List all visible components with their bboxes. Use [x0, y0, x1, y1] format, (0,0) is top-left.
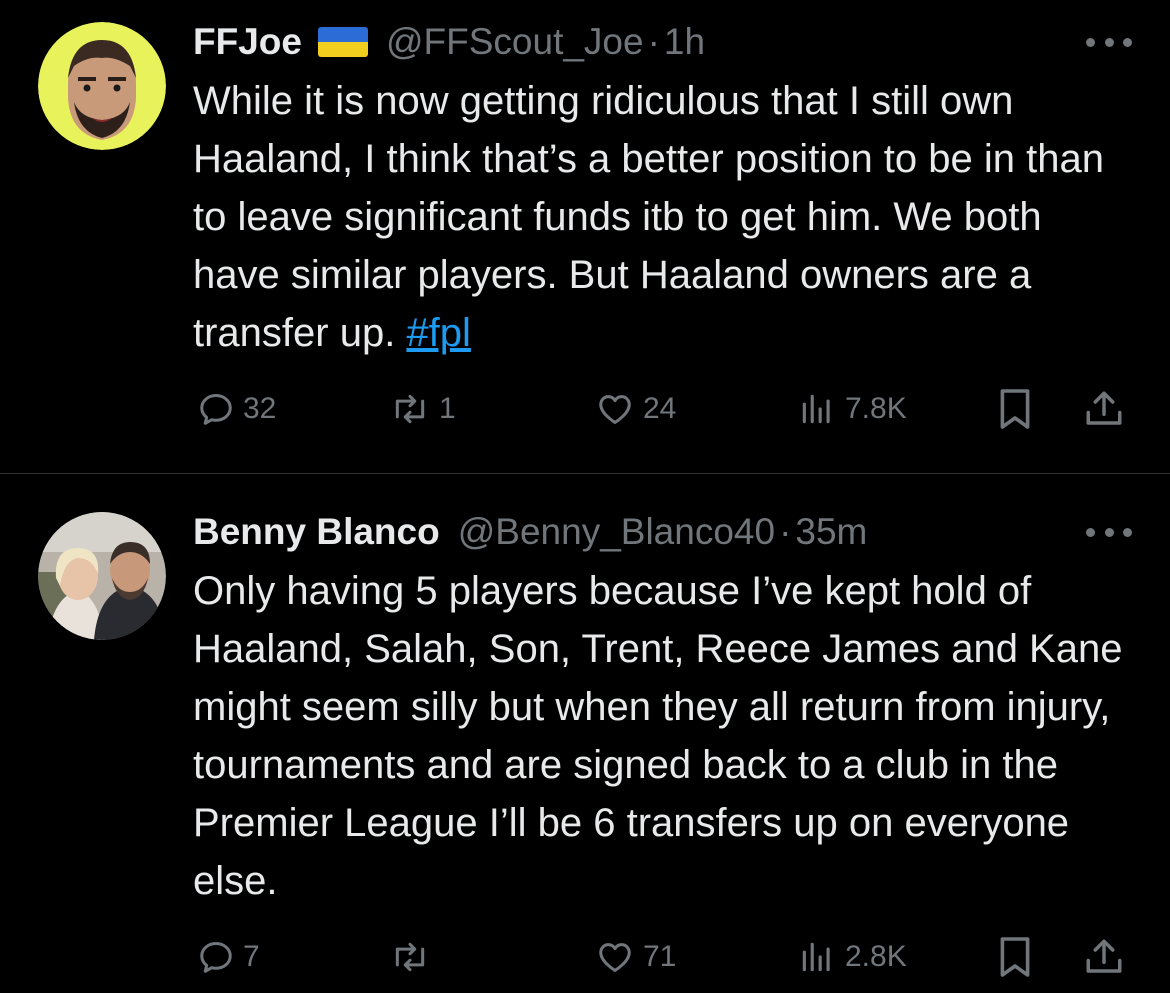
- reply-button[interactable]: 7: [197, 932, 260, 982]
- views-button[interactable]: 7.8K: [797, 384, 907, 434]
- like-button[interactable]: 71: [595, 932, 676, 982]
- heart-icon: [599, 943, 631, 972]
- repost-count: 1: [439, 392, 456, 425]
- author-handle[interactable]: @Benny_Blanco40: [458, 511, 775, 553]
- reply-count: 7: [243, 940, 260, 973]
- reply-icon: [200, 942, 232, 973]
- author-name[interactable]: FFJoe: [193, 21, 302, 63]
- tweet-text: Only having 5 players because I’ve kept …: [193, 569, 1123, 903]
- share-icon: [1086, 939, 1122, 973]
- views-icon: [802, 942, 830, 972]
- repost-icon: [395, 394, 425, 424]
- tweet-timestamp[interactable]: 1h: [664, 21, 705, 63]
- avatar-benny-blanco[interactable]: [38, 512, 166, 640]
- repost-button[interactable]: 1: [389, 384, 456, 434]
- hashtag-link[interactable]: #fpl: [406, 311, 471, 355]
- share-button[interactable]: [1083, 384, 1125, 434]
- tweet-timestamp[interactable]: 35m: [795, 511, 867, 553]
- bookmark-button[interactable]: [997, 932, 1033, 982]
- separator-dot: ·: [779, 511, 792, 552]
- more-options-icon[interactable]: [1086, 514, 1132, 550]
- like-button[interactable]: 24: [595, 384, 676, 434]
- like-count: 24: [643, 392, 677, 425]
- bookmark-icon: [1000, 937, 1030, 977]
- reply-icon: [200, 394, 232, 425]
- heart-icon: [599, 395, 631, 424]
- more-options-icon[interactable]: [1086, 24, 1132, 60]
- views-button[interactable]: 2.8K: [797, 932, 907, 982]
- author-handle[interactable]: @FFScout_Joe: [386, 21, 644, 63]
- tweet-actions: 7 71 2.8K: [193, 932, 1132, 982]
- tweet-text: While it is now getting ridiculous that …: [193, 72, 1132, 362]
- bookmark-button[interactable]: [997, 384, 1033, 434]
- repost-icon: [395, 942, 425, 972]
- avatar-ffjoe[interactable]: [38, 22, 166, 150]
- tweet-1[interactable]: FFJoe @FFScout_Joe · 1h While it is now …: [0, 0, 1170, 474]
- author-name[interactable]: Benny Blanco: [193, 511, 440, 553]
- share-icon: [1086, 391, 1122, 425]
- tweet-actions: 32 1 24 7.8K: [193, 384, 1132, 434]
- reply-button[interactable]: 32: [197, 384, 276, 434]
- repost-button[interactable]: [389, 932, 439, 982]
- like-count: 71: [643, 940, 677, 973]
- views-count: 7.8K: [845, 392, 907, 425]
- views-icon: [802, 394, 830, 424]
- separator-dot: ·: [647, 21, 660, 62]
- share-button[interactable]: [1083, 932, 1125, 982]
- ukraine-flag-icon: [317, 27, 368, 57]
- views-count: 2.8K: [845, 940, 907, 973]
- bookmark-icon: [1000, 389, 1030, 429]
- reply-count: 32: [243, 392, 277, 425]
- tweet-body: While it is now getting ridiculous that …: [193, 79, 1104, 355]
